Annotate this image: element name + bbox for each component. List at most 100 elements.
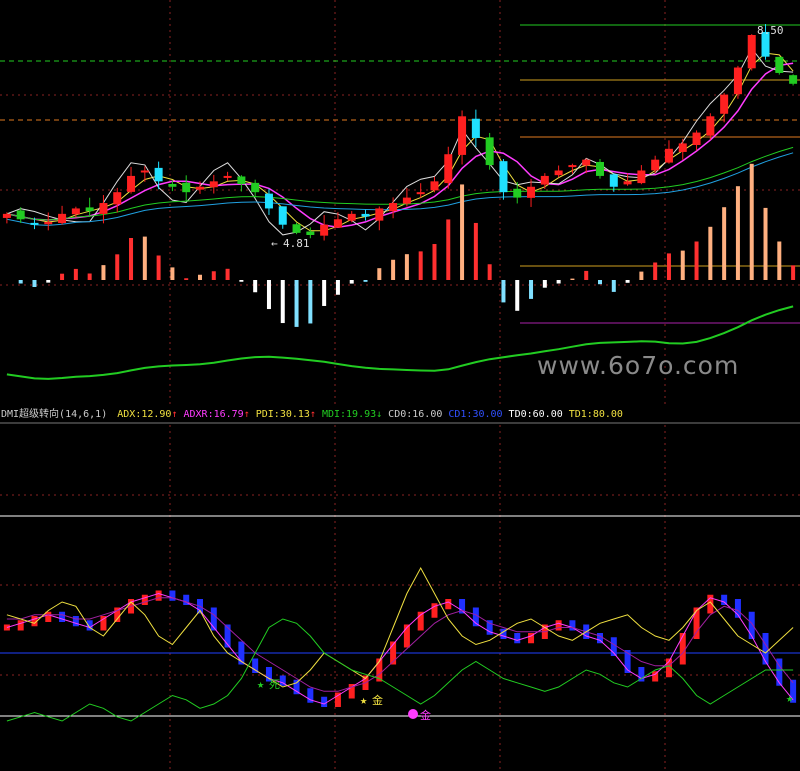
histogram-bar [280,280,285,324]
stock-chart[interactable]: 8.50 4.81 ← www.6o7o.com DMI超级转向(14,6,1)… [0,0,800,771]
indicator-header: DMI超级转向(14,6,1) ADX:12.90↑ ADXR:16.79↑ PDI… [1,407,623,420]
candle-body [223,175,232,178]
candle-body [416,192,425,195]
histogram-bar [73,268,78,280]
candle-body [706,116,715,136]
candle-body [554,170,563,176]
adx-bar [555,620,562,631]
candle-body [430,181,439,191]
histogram-bar [666,253,671,280]
histogram-bar [363,280,368,282]
candle-body [30,222,39,225]
candle-body [58,213,67,224]
candle-body [540,175,549,185]
candle-body [596,161,604,176]
candle-body [458,116,467,155]
candle-body [113,192,122,205]
histogram-bar [625,280,630,283]
candle-body [568,165,577,168]
candle-body [444,154,453,184]
adx-bar [321,696,328,707]
histogram-bar [680,250,685,280]
adx-bar [679,633,686,665]
histogram-bar [791,265,796,280]
candle-body [692,132,701,146]
arrow-left-icon: ← [271,237,278,250]
histogram-bar [335,280,340,295]
indicator-name: DMI超级转向(14,6,1) [1,407,107,420]
price-label-low: 4.81 [283,237,310,250]
histogram-bar [60,273,65,280]
histogram-bar [239,280,244,282]
candle-body [196,186,204,190]
adx-bar [748,611,755,639]
dot-icon [408,709,418,719]
candle-body [347,213,356,221]
candle-body [582,159,591,166]
histogram-bar [487,264,492,280]
candle-body [333,219,342,228]
adx-bar [141,594,148,605]
candle-body [471,118,480,138]
histogram-bar [198,274,202,280]
histogram-bar [391,259,396,280]
candle-body [292,224,301,233]
histogram-bar [184,278,189,280]
histogram-bar [515,280,520,311]
candle-body [2,213,11,218]
histogram-bar [225,268,230,280]
indicator-value-3: MDI:19.93 [322,409,376,420]
candle-body [775,56,784,73]
arrow-icon: ↑ [244,409,250,420]
indicator-value-7: TD1:80.00 [569,409,623,420]
histogram-bar [322,280,327,306]
candle-body [402,197,411,204]
candle-body [127,175,136,192]
star-icon: ★ [257,677,264,691]
candle-body [513,188,522,198]
signal-dead: ★ 死 [257,677,280,691]
adx-bar [445,599,452,610]
candle-body [389,203,398,212]
candle-body [485,137,494,166]
histogram-bar [266,280,271,310]
candle-body [375,208,384,221]
histogram-bar [418,251,423,280]
histogram-bar [542,280,547,288]
price-label-high: 8.50 [757,24,784,37]
histogram-bar [432,244,437,280]
histogram-bar [584,270,589,280]
histogram-bar [501,280,506,303]
candle-body [361,213,370,217]
indicator-value-0: ADX:12.90 [117,409,171,420]
adx-bar [59,611,66,622]
candle-body [99,203,108,214]
histogram-bar [735,186,740,280]
candle-body [251,182,260,193]
histogram-bar [556,280,561,284]
histogram-bar [529,280,534,299]
histogram-bar [694,241,699,280]
candle-body [154,167,163,182]
candle-body [168,183,177,187]
candle-body [789,75,798,84]
indicator-value-1: ADXR:16.79 [183,409,243,420]
histogram-bar [46,280,51,283]
candle-body [637,170,646,184]
candle-body [733,67,742,95]
adx-bar [3,624,10,631]
histogram-bar [763,207,768,280]
candle-body [747,35,756,69]
candle-body [651,159,660,171]
histogram-bar [639,271,644,280]
histogram-bar [211,271,216,280]
histogram-bar [156,255,161,280]
indicator-value-6: TD0:60.00 [509,409,563,420]
histogram-bar [294,280,299,327]
histogram-bar [18,280,23,284]
adx-bar [45,611,52,622]
histogram-bar [611,280,616,292]
arrow-icon: ↑ [310,409,316,420]
arrow-icon: ↑ [171,409,177,420]
histogram-bar [749,163,754,280]
